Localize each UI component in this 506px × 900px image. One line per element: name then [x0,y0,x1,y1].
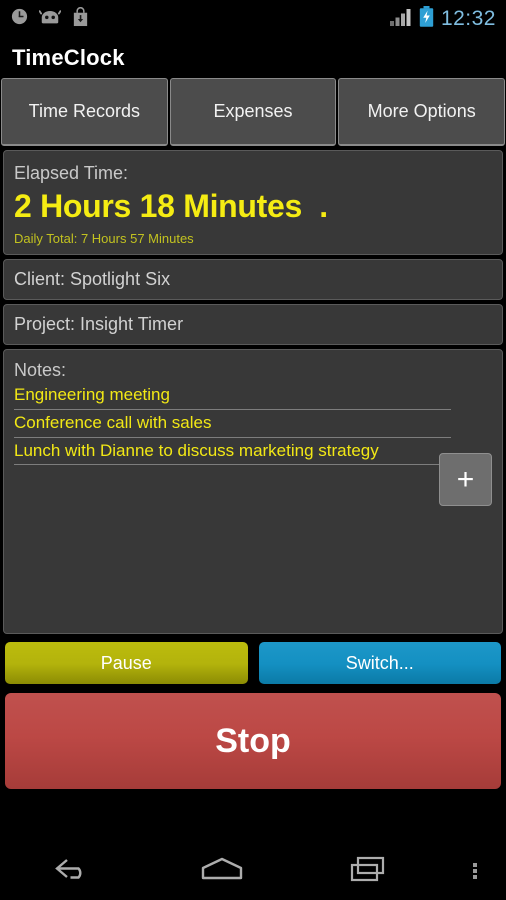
status-bar-notification-icons [10,6,90,32]
action-bar: TimeClock [0,38,506,78]
stop-button-label: Stop [215,721,291,760]
elapsed-time-value: 2 Hours 18 Minutes . [14,188,328,224]
status-bar-system-icons: 12:32 [389,6,496,32]
app-title: TimeClock [12,45,125,70]
tab-label: Expenses [213,101,293,121]
nav-overflow-button[interactable] [444,861,506,881]
notes-label: Notes: [14,360,67,380]
status-bar-clock: 12:32 [440,7,496,30]
tab-label: Time Records [28,101,141,121]
stop-button[interactable]: Stop [5,693,501,789]
home-icon [196,854,248,889]
list-item[interactable]: Engineering meeting [14,382,451,410]
pause-button-label: Pause [100,652,152,673]
plus-icon: + [456,462,475,496]
switch-button[interactable]: Switch... [258,642,501,684]
back-icon [51,854,97,889]
elapsed-time-panel: Elapsed Time: 2 Hours 18 Minutes . Daily… [3,150,503,255]
tab-time-records[interactable]: Time Records [1,78,168,146]
nav-recents-button[interactable] [296,854,444,889]
project-label: Project: Insight Timer [14,314,184,334]
status-bar: 12:32 [0,0,506,38]
list-item[interactable]: Conference call with sales [14,410,451,438]
battery-charging-icon [419,6,434,32]
navigation-bar [0,842,506,900]
signal-icon [389,8,412,31]
phone-screen: 12:32 TimeClock Time Records Expenses Mo… [0,0,506,900]
daily-total-label: Daily Total: 7 Hours 57 Minutes [14,231,194,246]
nav-back-button[interactable] [0,854,148,889]
project-row[interactable]: Project: Insight Timer [3,304,503,345]
tab-label: More Options [367,101,476,121]
notes-panel: Notes: Engineering meeting Conference ca… [3,349,503,634]
recents-icon [347,854,393,889]
elapsed-time-label: Elapsed Time: [14,163,129,183]
nav-home-button[interactable] [148,854,296,889]
android-icon [38,8,62,30]
tab-bar: Time Records Expenses More Options [0,78,506,146]
notes-list: Engineering meeting Conference call with… [14,382,451,466]
list-item[interactable]: Lunch with Dianne to discuss marketing s… [14,438,451,466]
secondary-action-row: Pause Switch... [5,642,501,684]
overflow-menu-icon [473,861,477,881]
client-row[interactable]: Client: Spotlight Six [3,259,503,300]
play-store-download-icon [71,6,90,32]
tab-expenses[interactable]: Expenses [169,78,337,146]
switch-button-label: Switch... [345,652,414,673]
clock-icon [10,7,29,31]
client-label: Client: Spotlight Six [14,269,171,289]
add-note-button[interactable]: + [439,453,492,506]
tab-more-options[interactable]: More Options [338,78,506,146]
pause-button[interactable]: Pause [5,642,248,684]
